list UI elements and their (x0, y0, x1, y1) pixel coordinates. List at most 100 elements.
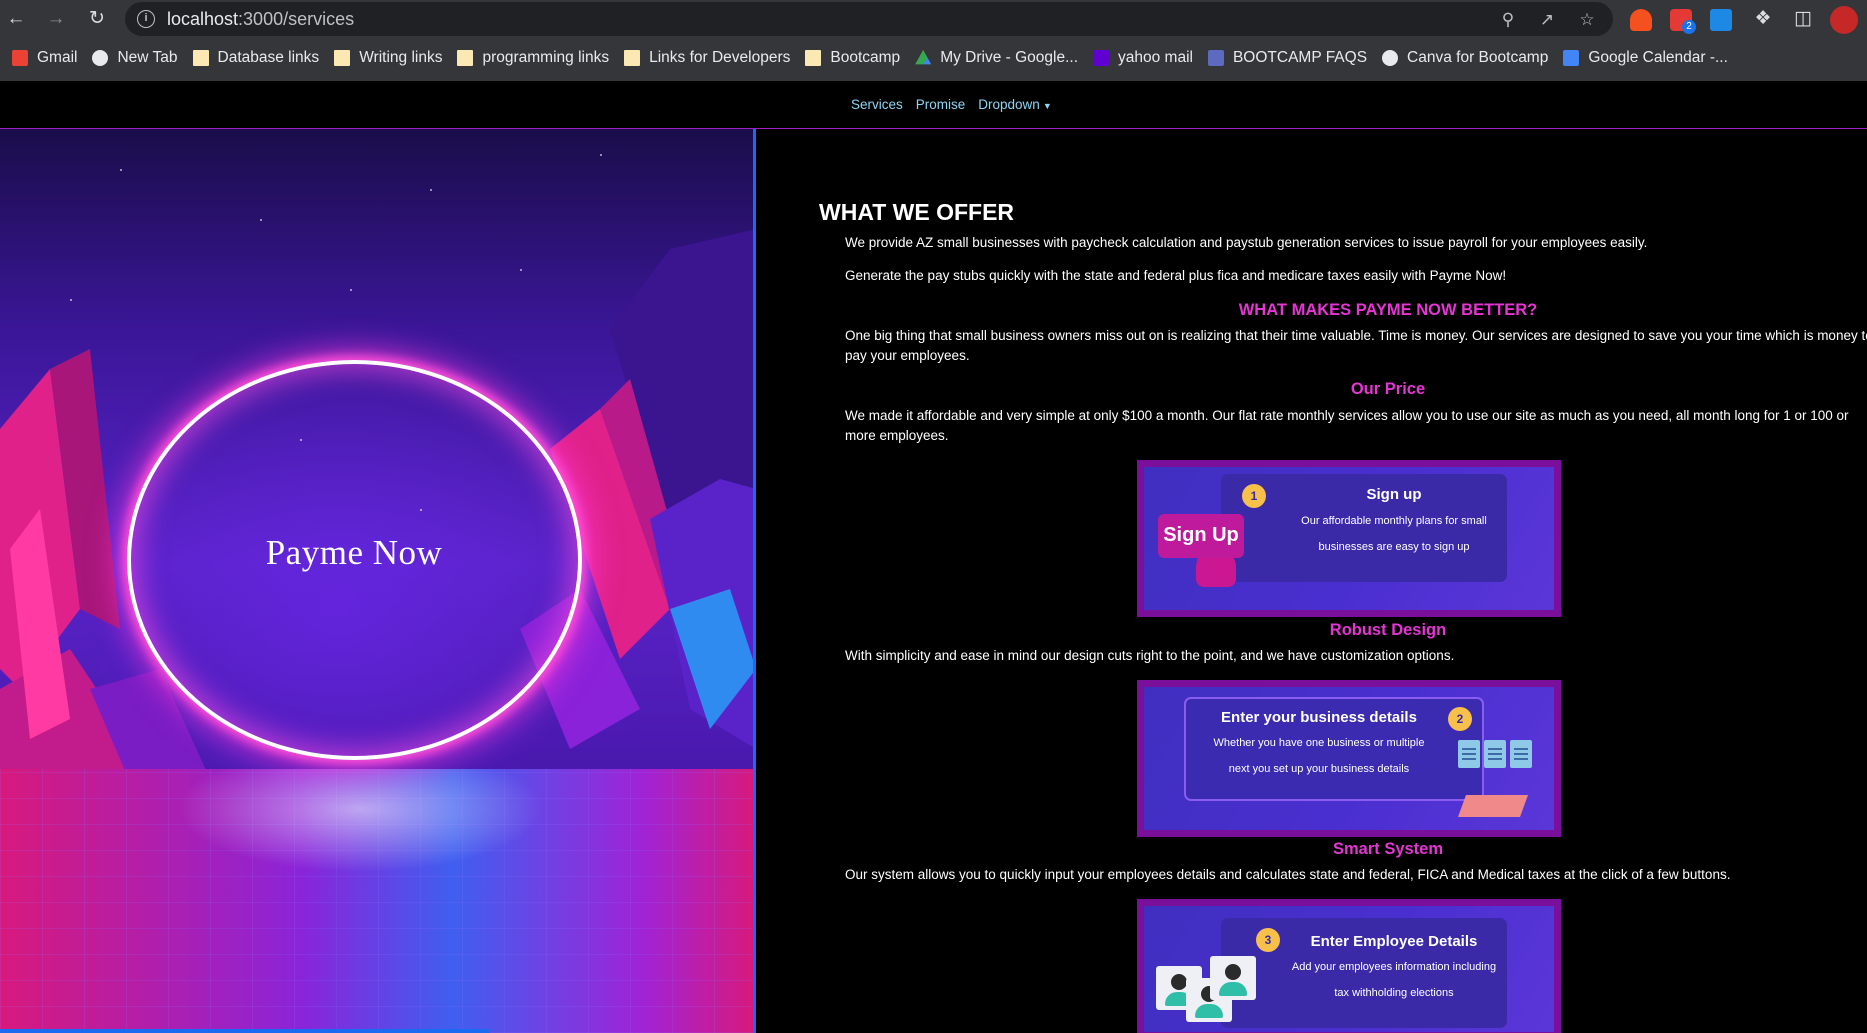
url-path: :3000/services (238, 9, 355, 29)
globe-icon (1382, 50, 1399, 66)
folder-icon (805, 50, 822, 66)
folder-icon (624, 50, 641, 66)
forward-icon[interactable]: → (45, 8, 67, 30)
bookmark-label: New Tab (117, 49, 178, 66)
star-decoration (70, 299, 72, 301)
bookmark-label: Google Calendar -... (1588, 49, 1728, 66)
document-icon (1458, 740, 1480, 768)
bookmark-label: Canva for Bootcamp (1407, 49, 1549, 66)
bookmark-label: BOOTCAMP FAQS (1232, 49, 1368, 66)
folder-icon (334, 50, 351, 66)
step-card-image: 3 Enter Employee Details Add your employ… (1144, 906, 1554, 1032)
side-panel-icon[interactable]: ◫ (1792, 8, 1814, 30)
bookmark-label: Writing links (359, 49, 443, 66)
caret-down-icon: ▼ (1042, 101, 1052, 111)
zoom-icon[interactable]: ⚲ (1498, 10, 1518, 30)
card-text-line-2: next you set up your business details (1228, 763, 1410, 775)
bookmark-links-for-developers[interactable]: Links for Developers (618, 44, 799, 72)
url-text[interactable]: localhost:3000/services (167, 9, 354, 30)
bookmark-yahoo-mail[interactable]: yahoo mail (1087, 44, 1202, 72)
services-content: WHAT WE OFFER We provide AZ small busine… (759, 129, 1867, 1033)
bookmark-label: Gmail (37, 49, 78, 66)
bookmark-label: Database links (217, 49, 320, 66)
star-decoration (430, 189, 432, 191)
bookmark-canva[interactable]: Canva for Bootcamp (1376, 44, 1557, 72)
step-number: 2 (1448, 707, 1472, 731)
reload-icon[interactable]: ↻ (86, 8, 108, 30)
bookmark-label: Bootcamp (830, 49, 901, 66)
bookmark-new-tab[interactable]: New Tab (86, 44, 186, 72)
star-decoration (120, 169, 122, 171)
extension-badge-icon[interactable]: 2 (1670, 9, 1696, 34)
design-paragraph: With simplicity and ease in mind our des… (845, 648, 1455, 663)
site-info-icon[interactable]: i (137, 10, 155, 28)
tray-icon (1457, 795, 1529, 817)
better-heading: WHAT MAKES PAYME NOW BETTER? (1238, 301, 1538, 319)
bookmark-database-links[interactable]: Database links (187, 44, 329, 72)
card-heading: Enter Employee Details (1310, 933, 1478, 950)
back-icon[interactable]: ← (5, 8, 27, 30)
nav-dropdown-toggle[interactable]: Dropdown ▼ (978, 97, 1051, 112)
bookmark-bootcamp[interactable]: Bootcamp (799, 44, 909, 72)
bookmark-label: Links for Developers (649, 49, 791, 66)
bookmark-my-drive[interactable]: My Drive - Google... (909, 44, 1087, 72)
card-heading: Enter your business details (1221, 709, 1417, 726)
calendar-icon (1563, 50, 1580, 66)
nav-links: Services Promise Dropdown ▼ (851, 97, 1052, 112)
star-decoration (350, 289, 352, 291)
bookmark-programming-links[interactable]: programming links (451, 44, 618, 72)
drive-icon (915, 50, 932, 65)
bookmark-label: yahoo mail (1118, 49, 1193, 66)
horizontal-scrollbar[interactable] (0, 1029, 490, 1033)
bookmarks-bar: Gmail New Tab Database links Writing lin… (0, 40, 1867, 76)
design-heading: Robust Design (1329, 621, 1447, 639)
profile-avatar[interactable] (1830, 6, 1858, 34)
nav-services-link[interactable]: Services (851, 97, 903, 112)
system-paragraph: Our system allows you to quickly input y… (845, 867, 1731, 882)
vscode-extension-icon[interactable] (1710, 9, 1732, 31)
intro-paragraph-2: Generate the pay stubs quickly with the … (845, 268, 1507, 283)
step-card-image: 1 Sign up Our affordable monthly plans f… (1144, 467, 1554, 610)
card-text-line-1: Whether you have one business or multipl… (1213, 737, 1425, 749)
document-icon (1510, 740, 1532, 768)
browser-toolbar: ← → ↻ i localhost:3000/services ⚲ ↗ ☆ 2 … (0, 0, 1867, 38)
share-icon[interactable]: ↗ (1537, 10, 1557, 30)
nav-dropdown-label: Dropdown (978, 97, 1040, 112)
bookmark-google-calendar[interactable]: Google Calendar -... (1557, 44, 1737, 72)
extension-badge: 2 (1682, 20, 1696, 34)
better-paragraph: One big thing that small business owners… (845, 328, 1867, 363)
card-text-line-1: Add your employees information including (1291, 961, 1497, 973)
globe-icon (92, 50, 109, 66)
document-icon (1484, 740, 1506, 768)
url-host: localhost (167, 9, 239, 29)
site-navbar: Services Promise Dropdown ▼ (0, 81, 1867, 129)
forms-icon (1207, 50, 1224, 66)
step-card-business-details: 2 Enter your business details Whether yo… (1137, 680, 1561, 837)
bookmark-bootcamp-faqs[interactable]: BOOTCAMP FAQS (1202, 44, 1376, 72)
folder-icon (457, 50, 474, 66)
card-heading: Sign up (1366, 486, 1422, 503)
card-text-line-1: Our affordable monthly plans for small (1301, 515, 1487, 527)
price-paragraph: We made it affordable and very simple at… (845, 408, 1849, 443)
star-decoration (600, 154, 602, 156)
bookmark-label: My Drive - Google... (940, 49, 1078, 66)
bookmark-star-icon[interactable]: ☆ (1577, 10, 1597, 30)
extensions-puzzle-icon[interactable]: ❖ (1752, 8, 1774, 30)
yahoo-icon (1093, 50, 1109, 66)
address-bar[interactable]: i localhost:3000/services ⚲ ↗ ☆ (125, 2, 1613, 36)
bookmark-writing-links[interactable]: Writing links (328, 44, 451, 72)
bookmark-gmail[interactable]: Gmail (6, 44, 86, 72)
extension-icon[interactable] (1630, 9, 1652, 31)
sign-up-illustration: Sign Up (1158, 514, 1244, 558)
step-card-image: 2 Enter your business details Whether yo… (1144, 687, 1554, 830)
gmail-icon (12, 50, 28, 66)
hero-image: Payme Now (0, 129, 756, 1033)
step-card-sign-up: 1 Sign up Our affordable monthly plans f… (1137, 460, 1561, 617)
floor-glow-decoration (0, 769, 753, 1033)
card-text-line-2: businesses are easy to sign up (1318, 541, 1470, 553)
system-heading: Smart System (1332, 840, 1444, 858)
hero-title: Payme Now (265, 533, 443, 572)
page-title: WHAT WE OFFER (819, 199, 1015, 225)
browser-chrome: ← → ↻ i localhost:3000/services ⚲ ↗ ☆ 2 … (0, 0, 1867, 81)
nav-promise-link[interactable]: Promise (916, 97, 966, 112)
